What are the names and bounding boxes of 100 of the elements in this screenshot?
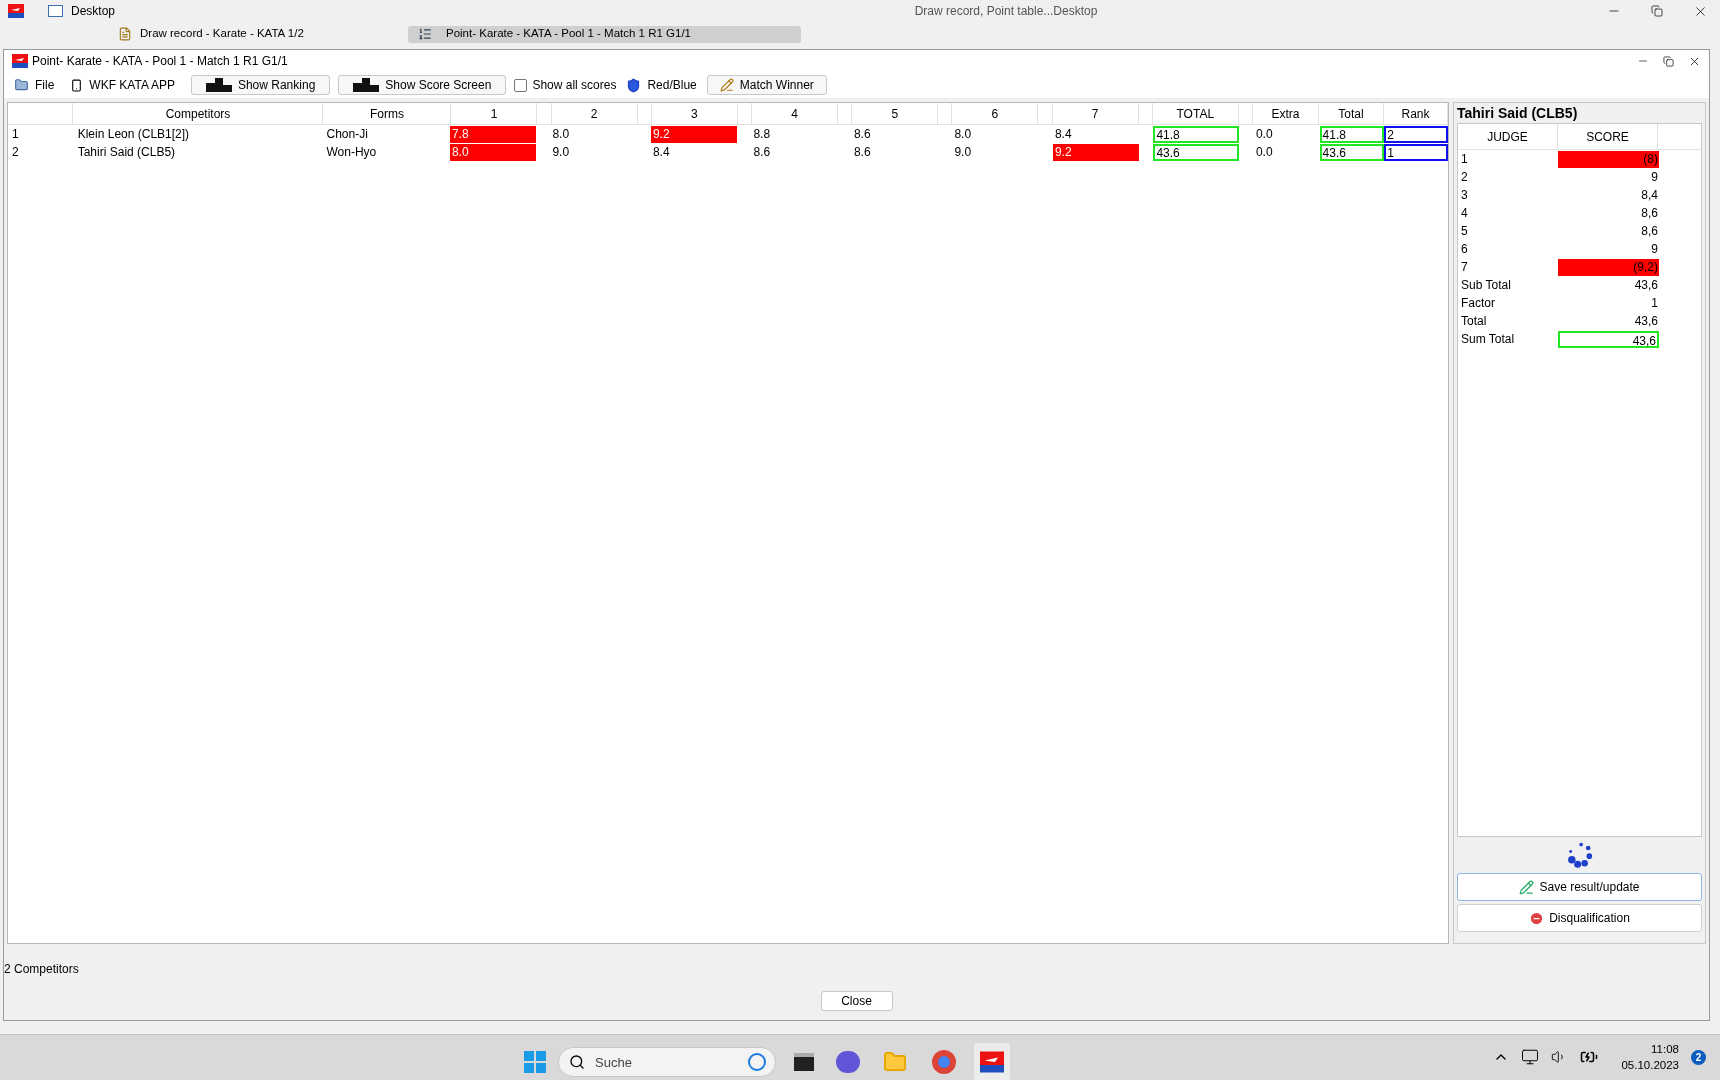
competitor-cell-text: Klein Leon (CLB1[2]) bbox=[76, 126, 191, 143]
column-header[interactable]: Rank bbox=[1384, 103, 1448, 124]
score-cell-text: 8.8 bbox=[752, 125, 772, 143]
app-logo-icon bbox=[980, 1051, 1004, 1073]
shield-icon bbox=[626, 77, 642, 93]
column-header[interactable]: JUDGE bbox=[1458, 124, 1558, 149]
column-header[interactable]: 3 bbox=[651, 103, 738, 124]
score-cell: 9.2 bbox=[1052, 143, 1139, 161]
judge-label: 2 bbox=[1460, 169, 1469, 186]
score-cell-text: 9 bbox=[1650, 168, 1659, 186]
column-header[interactable]: TOTAL bbox=[1152, 103, 1239, 124]
folder-icon bbox=[14, 78, 29, 92]
extra-cell-text: 0.0 bbox=[1254, 126, 1274, 143]
match-winner-button[interactable]: Match Winner bbox=[706, 75, 827, 95]
score-cell-text: 8,6 bbox=[1640, 204, 1659, 222]
row-number: 2 bbox=[11, 144, 20, 161]
column-header[interactable]: Competitors bbox=[73, 103, 324, 124]
column-header[interactable]: 4 bbox=[752, 103, 839, 124]
judge-label: Sub Total bbox=[1460, 277, 1512, 294]
desktop-window-icon bbox=[48, 5, 63, 17]
list-icon bbox=[418, 27, 432, 41]
row-number: 1 bbox=[11, 126, 20, 143]
phone-icon bbox=[70, 77, 84, 93]
checkbox[interactable] bbox=[514, 78, 528, 92]
search-icon bbox=[569, 1054, 585, 1070]
column-header[interactable]: 1 bbox=[451, 103, 538, 124]
score-cell-text: 8.6 bbox=[852, 125, 872, 143]
score-cell-text: 1 bbox=[1650, 294, 1659, 312]
judge-label: Factor bbox=[1460, 295, 1496, 312]
app-menu[interactable]: WKF KATA APP bbox=[64, 76, 181, 94]
taskbar-app-icon[interactable] bbox=[974, 1043, 1010, 1080]
score-cell: (8) bbox=[1558, 150, 1659, 168]
form-cell-text: Won-Hyo bbox=[325, 144, 378, 161]
show-ranking-button[interactable]: Show Ranking bbox=[190, 75, 331, 95]
judge-label: 4 bbox=[1460, 205, 1469, 222]
total-cell: 41.8 bbox=[1319, 125, 1385, 143]
column-header[interactable]: 2 bbox=[551, 103, 638, 124]
podium-icon bbox=[353, 78, 380, 92]
judge-label: 5 bbox=[1460, 223, 1469, 240]
score-cell-text: 9.0 bbox=[551, 143, 571, 161]
competitor-cell-text: Tahiri Said (CLB5) bbox=[76, 144, 177, 161]
total-cell: 43.6 bbox=[1153, 143, 1240, 161]
start-icon[interactable] bbox=[524, 1051, 546, 1073]
edit-icon bbox=[719, 78, 734, 92]
podium-icon bbox=[205, 78, 232, 92]
column-header[interactable]: 5 bbox=[852, 103, 939, 124]
column-header[interactable]: 7 bbox=[1052, 103, 1139, 124]
score-cell: (9,2) bbox=[1558, 258, 1659, 276]
column-header[interactable]: Forms bbox=[323, 103, 452, 124]
stop-icon bbox=[1529, 910, 1545, 926]
show-all-scores-checkbox[interactable]: Show all scores bbox=[514, 76, 617, 94]
restore-icon[interactable] bbox=[1663, 55, 1674, 67]
score-cell-text: 8.0 bbox=[953, 125, 973, 143]
edit-icon bbox=[1519, 879, 1535, 895]
column-header[interactable]: Total bbox=[1319, 103, 1384, 124]
score-cell-text: 8,6 bbox=[1640, 222, 1659, 240]
total-cell: 41.8 bbox=[1153, 125, 1240, 143]
form-cell-text: Chon-Ji bbox=[325, 126, 369, 143]
window-tab[interactable]: Point- Karate - KATA - Pool 1 - Match 1 R1 G1/1 bbox=[408, 25, 801, 43]
judge-label: Total bbox=[1460, 313, 1488, 330]
window-title: Point- Karate - KATA - Pool 1 - Match 1 R1 G1/1 bbox=[32, 53, 288, 70]
document-icon bbox=[118, 27, 132, 41]
task-view-icon[interactable] bbox=[794, 1053, 814, 1071]
column-header[interactable]: Extra bbox=[1253, 103, 1319, 124]
show-score-screen-button[interactable]: Show Score Screen bbox=[338, 75, 507, 95]
score-cell: 7.8 bbox=[449, 125, 536, 143]
team-toggle-button[interactable]: Red/Blue bbox=[624, 76, 699, 94]
score-cell-text: 9 bbox=[1650, 240, 1659, 258]
judge-label: 6 bbox=[1460, 241, 1469, 258]
score-cell: 8.0 bbox=[449, 143, 536, 161]
app-logo-icon bbox=[12, 54, 28, 68]
app-logo-icon bbox=[8, 4, 24, 18]
notification-badge[interactable]: 2 bbox=[1691, 1049, 1706, 1065]
disqualification-button[interactable]: Disqualification bbox=[1457, 904, 1702, 932]
judge-label: 1 bbox=[1460, 151, 1469, 168]
score-cell-text: 8.6 bbox=[752, 143, 772, 161]
window-title: Draw record, Point table...Desktop bbox=[913, 3, 1099, 20]
file-menu[interactable]: File bbox=[12, 76, 57, 94]
column-header[interactable]: 6 bbox=[952, 103, 1039, 124]
close-button[interactable]: Close bbox=[820, 991, 893, 1011]
score-cell-text: 8.4 bbox=[1053, 125, 1073, 143]
extra-cell-text: 0.0 bbox=[1254, 144, 1274, 161]
column-header[interactable]: SCORE bbox=[1558, 124, 1658, 149]
score-cell-text: 8.4 bbox=[651, 143, 671, 161]
clock[interactable]: 11:08 05.10.2023 bbox=[1621, 1041, 1679, 1073]
score-cell-text: 8,4 bbox=[1640, 186, 1659, 204]
save-result-button[interactable]: Save result/update bbox=[1457, 873, 1702, 901]
window-tab[interactable]: Draw record - Karate - KATA 1/2 bbox=[108, 25, 408, 43]
restore-icon[interactable] bbox=[1651, 5, 1663, 17]
competitor-count: 2 Competitors bbox=[4, 961, 80, 976]
network-icon[interactable] bbox=[1521, 1048, 1540, 1066]
rank-cell: 2 bbox=[1384, 125, 1448, 143]
score-cell-text: 8.6 bbox=[852, 143, 872, 161]
rank-cell: 1 bbox=[1384, 143, 1448, 161]
loading-spinner-icon bbox=[1566, 841, 1593, 869]
competitor-title: Tahiri Said (CLB5) bbox=[1457, 104, 1579, 123]
search-field[interactable]: Suche bbox=[558, 1047, 776, 1077]
score-cell: 43,6 bbox=[1558, 330, 1659, 348]
score-cell-text: 43,6 bbox=[1633, 276, 1659, 294]
score-cell-text: 8.0 bbox=[551, 125, 571, 143]
